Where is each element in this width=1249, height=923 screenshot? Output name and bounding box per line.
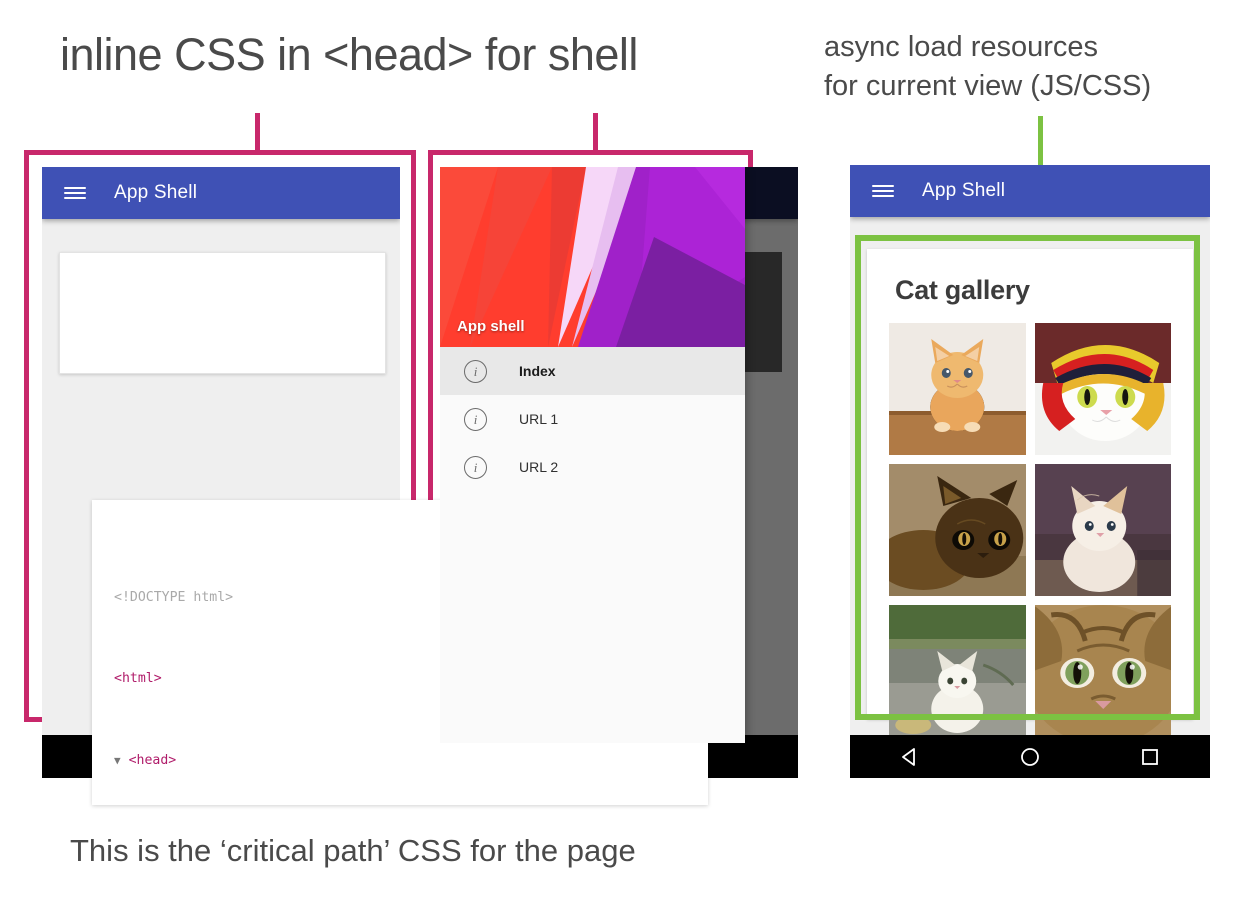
info-icon: i bbox=[464, 456, 487, 479]
code-head-open: <head> bbox=[129, 753, 177, 768]
slide-canvas: inline CSS in <head> for shell async loa… bbox=[0, 0, 1249, 923]
appbar-right: App Shell bbox=[850, 165, 1210, 217]
caption-bottom: This is the ‘critical path’ CSS for the … bbox=[70, 832, 970, 869]
info-icon: i bbox=[464, 360, 487, 383]
expand-arrow-icon[interactable]: ▼ bbox=[114, 754, 121, 767]
circle-home-icon[interactable] bbox=[1019, 746, 1041, 768]
title-right-line1: async load resources bbox=[824, 28, 1244, 67]
info-icon: i bbox=[464, 408, 487, 431]
annotation-box-async-resources bbox=[855, 235, 1200, 720]
appbar-title-left: App Shell bbox=[114, 182, 197, 204]
connector-stem-left bbox=[255, 113, 260, 155]
square-recents-icon[interactable] bbox=[1139, 746, 1161, 768]
code-line: ▼ <head> bbox=[114, 751, 708, 771]
drawer-header: App shell bbox=[440, 167, 745, 347]
title-right: async load resources for current view (J… bbox=[824, 28, 1244, 106]
drawer-item-url1[interactable]: i URL 1 bbox=[440, 395, 745, 443]
drawer-item-index[interactable]: i Index bbox=[440, 347, 745, 395]
appbar-left: App Shell bbox=[42, 167, 400, 219]
drawer-item-label: URL 2 bbox=[519, 459, 558, 475]
title-left: inline CSS in <head> for shell bbox=[60, 30, 780, 80]
content-placeholder-card bbox=[59, 252, 386, 374]
title-right-line2: for current view (JS/CSS) bbox=[824, 67, 1244, 106]
drawer-header-label: App shell bbox=[457, 318, 525, 335]
triangle-back-icon[interactable] bbox=[899, 746, 921, 768]
android-navbar-right bbox=[850, 735, 1210, 778]
drawer-item-url2[interactable]: i URL 2 bbox=[440, 443, 745, 491]
code-doctype: <!DOCTYPE html> bbox=[114, 590, 233, 605]
hamburger-icon[interactable] bbox=[64, 184, 86, 202]
code-html-open: <html> bbox=[114, 671, 162, 686]
navigation-drawer: App shell i Index i URL 1 i URL 2 bbox=[440, 167, 745, 743]
drawer-item-label: URL 1 bbox=[519, 411, 558, 427]
appbar-title-right: App Shell bbox=[922, 180, 1005, 202]
hamburger-icon[interactable] bbox=[872, 182, 894, 200]
phone-middle: App shell i Index i URL 1 i URL 2 bbox=[440, 167, 798, 743]
drawer-item-label: Index bbox=[519, 363, 556, 379]
connector-stem-middle bbox=[593, 113, 598, 155]
